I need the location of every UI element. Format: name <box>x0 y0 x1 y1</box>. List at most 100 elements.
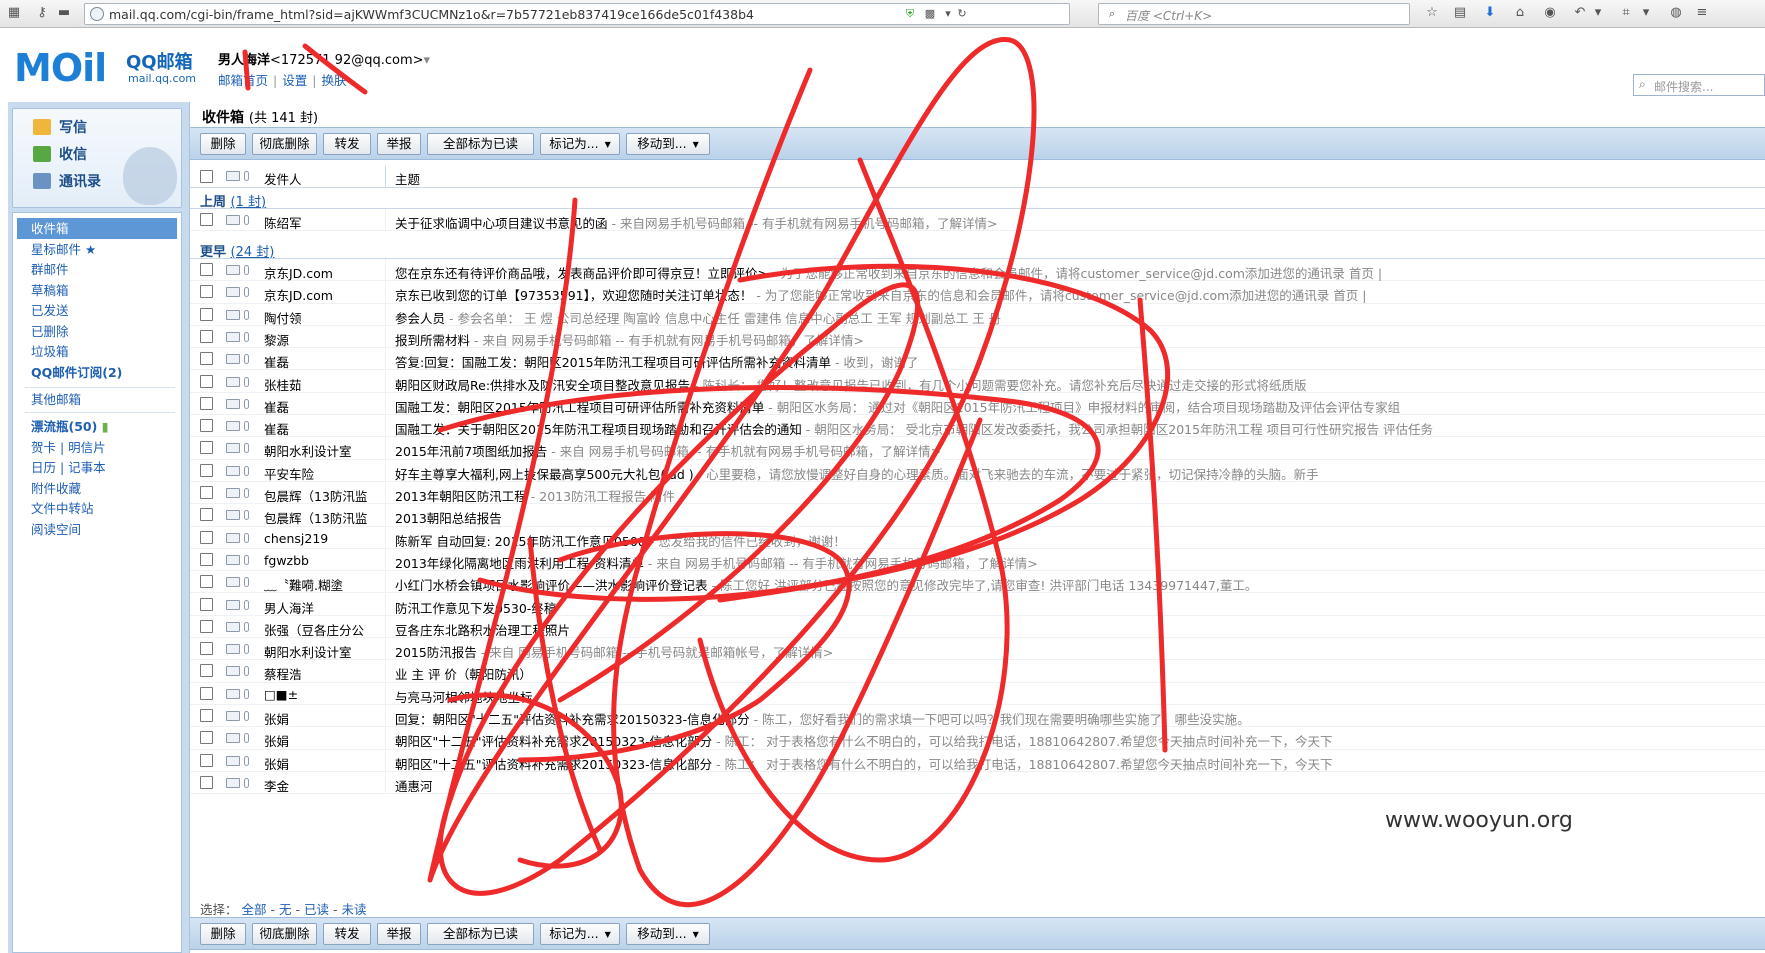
row-subject[interactable]: 2013朝阳总结报告 <box>395 508 1755 527</box>
mail-row[interactable]: 陶付领 参会人员 - 参会名单： 王 煜 公司总经理 陶富岭 信息中心主任 雷建伟… <box>190 303 1765 327</box>
row-sender[interactable]: 崔磊 <box>264 419 384 438</box>
mail-row[interactable]: 朝阳水利设计室 2015年汛前7项图纸加报告 - 来自 网易手机号码邮箱 -- 有… <box>190 437 1765 460</box>
mail-row[interactable]: 平安车险 好车主尊享大福利,网上投保最高享500元大礼包( ad ) - 心里要稳… <box>190 459 1765 483</box>
row-sender[interactable]: 张桂茹 <box>264 375 384 394</box>
mail-row[interactable]: 崔磊 国融工发：关于朝阳区2015年防汛工程项目现场踏勘和召开评估会的通知 - 朝… <box>190 415 1765 438</box>
row-sender[interactable]: 崔磊 <box>264 352 384 371</box>
row-checkbox[interactable] <box>200 419 213 433</box>
row-checkbox[interactable] <box>200 213 213 226</box>
download-icon[interactable]: ⬇ <box>1482 5 1498 21</box>
drift-bottle-link[interactable]: 漂流瓶(50) ▮ <box>13 416 181 437</box>
row-subject[interactable]: 防汛工作意见下发0530-终稿 <box>395 598 1755 617</box>
row-checkbox[interactable] <box>200 552 213 566</box>
sender-column-header[interactable]: 发件人 <box>264 169 302 188</box>
row-checkbox[interactable] <box>200 352 213 366</box>
row-checkbox[interactable] <box>200 530 213 544</box>
row-sender[interactable]: 朝阳水利设计室 <box>264 642 384 661</box>
mail-row[interactable]: 陈绍军 关于征求临调中心项目建议书意见的函 - 来自网易手机号码邮箱 -- 有手机… <box>190 209 1765 232</box>
cards-postcards-link[interactable]: 贺卡 | 明信片 <box>13 437 181 458</box>
select-none-link[interactable]: 无 <box>279 902 292 917</box>
reload-icon[interactable]: ↻ <box>955 7 969 21</box>
row-sender[interactable]: 张强（豆各庄分公 <box>264 620 384 639</box>
comment-icon[interactable]: ◍ <box>1668 5 1684 21</box>
subject-column-header[interactable]: 主题 <box>395 169 420 188</box>
row-checkbox[interactable] <box>200 263 213 276</box>
clipboard-icon[interactable]: ▤ <box>1452 5 1468 21</box>
row-subject[interactable]: 朝阳区财政局Re:供排水及防汛安全项目整改意见报告 - 陈科长： 您好！整改意见… <box>395 375 1755 394</box>
row-checkbox[interactable] <box>200 753 213 767</box>
folder-subscriptions[interactable]: QQ邮件订阅(2) <box>13 362 181 383</box>
qr-code-icon[interactable]: ▩ <box>923 7 937 21</box>
row-subject[interactable]: 您在京东还有待评价商品哦，发表商品评价即可得京豆！立即评价> - 为了您能够正常… <box>395 263 1755 282</box>
qq-mail-logo[interactable]: MOil QQ邮箱 mail.qq.com <box>14 46 204 102</box>
select-read-link[interactable]: 已读 <box>304 902 329 917</box>
row-checkbox[interactable] <box>200 686 213 700</box>
mail-row[interactable]: 崔磊 国融工发：朝阳区2015年防汛工程项目可研评估所需补充资料清单 - 朝阳区水… <box>190 392 1765 416</box>
row-sender[interactable]: 包晨辉（13防汛监 <box>264 508 384 527</box>
row-checkbox[interactable] <box>200 597 213 611</box>
row-subject[interactable]: 好车主尊享大福利,网上投保最高享500元大礼包( ad ) - 心里要稳，请您放… <box>395 464 1755 483</box>
mail-home-link[interactable]: 邮箱首页 <box>218 73 268 88</box>
folder-spam[interactable]: 垃圾箱 <box>13 341 181 362</box>
row-sender[interactable]: 张娟 <box>264 754 384 773</box>
mail-row[interactable]: ﹏〝難嗬.糊塗 小红门水桥会镇项目水影响评价——洪水影响评价登记表 - 陈工您好 … <box>190 571 1765 594</box>
receive-button[interactable]: 收信 <box>33 144 87 164</box>
row-sender[interactable]: 平安车险 <box>264 464 384 483</box>
toolbar-button-3-bottom[interactable]: 举报 <box>377 923 421 945</box>
row-subject[interactable]: 小红门水桥会镇项目水影响评价——洪水影响评价登记表 - 陈工您好 洪评部分已经按… <box>395 575 1755 594</box>
row-subject[interactable]: 2013年朝阳区防汛工程 - 2013防汛工程报告 附件 <box>395 486 1755 505</box>
folder-other-mailbox[interactable]: 其他邮箱 <box>13 389 181 410</box>
row-checkbox[interactable] <box>200 307 213 321</box>
row-sender[interactable]: 张娟 <box>264 731 384 750</box>
row-subject[interactable]: 2013年绿化隔离地区雨洪利用工程-资料清单 - 来自 网易手机号码邮箱 -- … <box>395 553 1755 572</box>
row-sender[interactable]: 蔡程浩 <box>264 664 384 683</box>
account-dropdown-icon[interactable]: ▾ <box>424 53 431 68</box>
undo-icon[interactable]: ↶ <box>1572 5 1588 21</box>
mail-row[interactable]: 李金 通惠河 <box>190 771 1765 795</box>
user-account[interactable]: 男人海洋<172571 92@qq.com>▾ <box>218 49 430 68</box>
toolbar-button-5-top[interactable]: 标记为... ▼ <box>540 133 620 155</box>
folder-inbox[interactable]: 收件箱 <box>17 218 177 239</box>
row-checkbox[interactable] <box>200 619 213 633</box>
reading-space-link[interactable]: 阅读空间 <box>13 519 181 540</box>
row-subject[interactable]: 朝阳区"十二五"评估资料补充需求20150323-信息化部分 - 陈工： 对于表… <box>395 754 1755 773</box>
mail-row[interactable]: 张娟 朝阳区"十二五"评估资料补充需求20150323-信息化部分 - 陈工： 对… <box>190 727 1765 750</box>
mail-row[interactable]: fgwzbb 2013年绿化隔离地区雨洪利用工程-资料清单 - 来自 网易手机号码… <box>190 548 1765 572</box>
row-sender[interactable]: 陶付领 <box>264 308 384 327</box>
toolbar-button-5-bottom[interactable]: 标记为... ▼ <box>540 923 620 945</box>
row-subject[interactable]: 参会人员 - 参会名单： 王 煜 公司总经理 陶富岭 信息中心主任 雷建伟 信息… <box>395 308 1755 327</box>
address-bar[interactable]: mail.qq.com/cgi-bin/frame_html?sid=ajKWW… <box>84 3 1070 25</box>
dropdown-icon[interactable]: ▾ <box>1590 5 1606 21</box>
row-checkbox[interactable] <box>200 731 213 745</box>
home-icon[interactable]: ⌂ <box>1512 5 1528 21</box>
row-subject[interactable]: 京东已收到您的订单【97353591】，欢迎您随时关注订单状态！ - 为了您能够… <box>395 285 1755 304</box>
mail-row[interactable]: 蔡程浩业 主 评 价（朝阳防汛） <box>190 660 1765 683</box>
settings-link[interactable]: 设置 <box>282 73 307 88</box>
row-subject[interactable]: 报到所需材料 - 来自 网易手机号码邮箱 -- 有手机就有网易手机号码邮箱，了解… <box>395 330 1755 349</box>
toolbar-button-4-top[interactable]: 全部标为已读 <box>427 133 534 155</box>
row-subject[interactable]: 业 主 评 价（朝阳防汛） <box>395 664 1755 683</box>
folder-drafts[interactable]: 草稿箱 <box>13 280 181 301</box>
mail-row[interactable]: 京东JD.com 京东已收到您的订单【97353591】，欢迎您随时关注订单状态！… <box>190 281 1765 304</box>
row-sender[interactable]: 京东JD.com <box>264 263 384 282</box>
row-checkbox[interactable] <box>200 664 213 678</box>
toolbar-button-6-top[interactable]: 移动到... ▼ <box>626 133 710 155</box>
key-icon[interactable]: ⚷ <box>34 5 50 21</box>
row-subject[interactable]: 通惠河 <box>395 776 1755 795</box>
row-subject[interactable]: 国融工发：朝阳区2015年防汛工程项目可研评估所需补充资料清单 - 朝阳区水务局… <box>395 397 1755 416</box>
toolbar-button-3-top[interactable]: 举报 <box>377 133 421 155</box>
star-icon[interactable]: ☆ <box>1424 5 1440 21</box>
contacts-button[interactable]: 通讯录 <box>33 171 101 191</box>
row-sender[interactable]: chensj219 <box>264 531 384 546</box>
mail-row[interactable]: 崔磊 答复:回复：国融工发：朝阳区2015年防汛工程项目可研评估所需补充资料清单 … <box>190 348 1765 371</box>
chat-icon[interactable]: ◉ <box>1542 5 1558 21</box>
browser-search-box[interactable]: ⌕ 百度 <Ctrl+K> <box>1098 3 1410 25</box>
mail-row[interactable]: 包晨辉（13防汛监 2013年朝阳区防汛工程 - 2013防汛工程报告 附件 <box>190 482 1765 505</box>
row-sender[interactable]: ﹏〝難嗬.糊塗 <box>264 575 384 594</box>
row-subject[interactable]: 回复：朝阳区"十二五"评估资料补充需求20150323-信息化部分 - 陈工，您… <box>395 709 1755 728</box>
row-sender[interactable]: fgwzbb <box>264 553 384 568</box>
row-sender[interactable]: 李金 <box>264 776 384 795</box>
row-subject[interactable]: 关于征求临调中心项目建议书意见的函 - 来自网易手机号码邮箱 -- 有手机就有网… <box>395 213 1755 232</box>
row-checkbox[interactable] <box>200 374 213 388</box>
row-subject[interactable]: 豆各庄东北路积水治理工程照片 <box>395 620 1755 639</box>
